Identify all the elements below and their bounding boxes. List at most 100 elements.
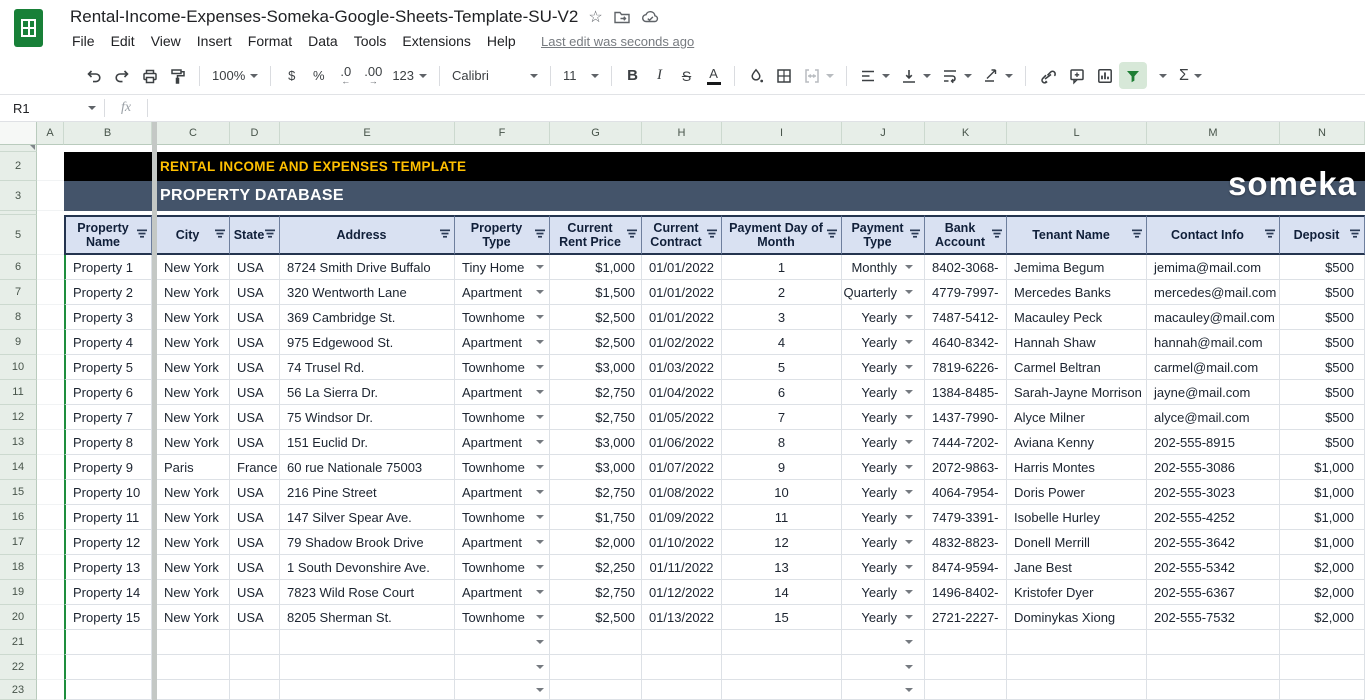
cell-E7[interactable]: 320 Wentworth Lane: [280, 280, 455, 305]
cell-N21[interactable]: [1280, 630, 1365, 655]
cell-J16[interactable]: Yearly: [842, 505, 925, 530]
column-a-spacer[interactable]: [37, 255, 64, 280]
text-rotation-icon[interactable]: [977, 62, 1018, 89]
cell-M20[interactable]: 202-555-7532: [1147, 605, 1280, 630]
cell-G10[interactable]: $3,000: [550, 355, 642, 380]
cell-G17[interactable]: $2,000: [550, 530, 642, 555]
cell-C7[interactable]: New York: [157, 280, 230, 305]
column-a-spacer[interactable]: [37, 215, 64, 255]
dropdown-arrow-icon[interactable]: [536, 315, 544, 319]
cell-I22[interactable]: [722, 655, 842, 680]
dropdown-arrow-icon[interactable]: [536, 590, 544, 594]
cell-N14[interactable]: $1,000: [1280, 455, 1365, 480]
cell-E17[interactable]: 79 Shadow Brook Drive: [280, 530, 455, 555]
cell-L17[interactable]: Donell Merrill: [1007, 530, 1147, 555]
cell-C21[interactable]: [157, 630, 230, 655]
cell-I7[interactable]: 2: [722, 280, 842, 305]
filter-views-dropdown[interactable]: [1147, 62, 1174, 89]
filter-header-city[interactable]: City: [157, 215, 230, 255]
cell-B7[interactable]: Property 2: [64, 280, 152, 305]
insert-link-icon[interactable]: [1033, 62, 1063, 89]
cell-M21[interactable]: [1147, 630, 1280, 655]
cell-I10[interactable]: 5: [722, 355, 842, 380]
cell-I19[interactable]: 14: [722, 580, 842, 605]
cell-K7[interactable]: 4779-7997-: [925, 280, 1007, 305]
cell-K17[interactable]: 4832-8823-: [925, 530, 1007, 555]
filter-header-tenant-name[interactable]: Tenant Name: [1007, 215, 1147, 255]
cell-D19[interactable]: USA: [230, 580, 280, 605]
cell-B20[interactable]: Property 15: [64, 605, 152, 630]
cell-E8[interactable]: 369 Cambridge St.: [280, 305, 455, 330]
cell-I17[interactable]: 12: [722, 530, 842, 555]
dropdown-arrow-icon[interactable]: [905, 640, 913, 644]
cell-L22[interactable]: [1007, 655, 1147, 680]
filter-icon[interactable]: [1131, 228, 1143, 243]
cell-G6[interactable]: $1,000: [550, 255, 642, 280]
cell-D15[interactable]: USA: [230, 480, 280, 505]
row-header-8[interactable]: 8: [0, 305, 37, 330]
menu-data[interactable]: Data: [300, 31, 346, 51]
cell-F22[interactable]: [455, 655, 550, 680]
dropdown-arrow-icon[interactable]: [905, 565, 913, 569]
column-header-M[interactable]: M: [1147, 122, 1280, 145]
cell-L23[interactable]: [1007, 680, 1147, 700]
cell-M17[interactable]: 202-555-3642: [1147, 530, 1280, 555]
cell-D8[interactable]: USA: [230, 305, 280, 330]
cell-N16[interactable]: $1,000: [1280, 505, 1365, 530]
cell-B15[interactable]: Property 10: [64, 480, 152, 505]
dropdown-arrow-icon[interactable]: [536, 415, 544, 419]
cell-G15[interactable]: $2,750: [550, 480, 642, 505]
cell-J14[interactable]: Yearly: [842, 455, 925, 480]
cell-L15[interactable]: Doris Power: [1007, 480, 1147, 505]
cell-D16[interactable]: USA: [230, 505, 280, 530]
column-header-L[interactable]: L: [1007, 122, 1147, 145]
cell-F21[interactable]: [455, 630, 550, 655]
cell-K6[interactable]: 8402-3068-: [925, 255, 1007, 280]
cell-M22[interactable]: [1147, 655, 1280, 680]
cell-H6[interactable]: 01/01/2022: [642, 255, 722, 280]
dropdown-arrow-icon[interactable]: [536, 515, 544, 519]
cell-D7[interactable]: USA: [230, 280, 280, 305]
cell-F19[interactable]: Apartment: [455, 580, 550, 605]
column-header-K[interactable]: K: [925, 122, 1007, 145]
row-header-19[interactable]: 19: [0, 580, 37, 605]
dropdown-arrow-icon[interactable]: [536, 688, 544, 692]
dropdown-arrow-icon[interactable]: [905, 340, 913, 344]
dropdown-arrow-icon[interactable]: [905, 540, 913, 544]
menu-format[interactable]: Format: [240, 31, 300, 51]
filter-header-payment-type[interactable]: Payment Type: [842, 215, 925, 255]
dropdown-arrow-icon[interactable]: [905, 265, 913, 269]
row-header-6[interactable]: 6: [0, 255, 37, 280]
cell-M15[interactable]: 202-555-3023: [1147, 480, 1280, 505]
cell-I8[interactable]: 3: [722, 305, 842, 330]
filter-icon[interactable]: [991, 228, 1003, 243]
cell-D20[interactable]: USA: [230, 605, 280, 630]
cell-J8[interactable]: Yearly: [842, 305, 925, 330]
cell-C15[interactable]: New York: [157, 480, 230, 505]
cell-B10[interactable]: Property 5: [64, 355, 152, 380]
column-header-D[interactable]: D: [230, 122, 280, 145]
format-currency-button[interactable]: $: [278, 62, 305, 89]
decrease-decimal-button[interactable]: .0←: [332, 62, 359, 89]
menu-edit[interactable]: Edit: [103, 31, 143, 51]
filter-icon[interactable]: [264, 228, 276, 243]
cell-N11[interactable]: $500: [1280, 380, 1365, 405]
cell-I9[interactable]: 4: [722, 330, 842, 355]
row-header-16[interactable]: 16: [0, 505, 37, 530]
cell-H17[interactable]: 01/10/2022: [642, 530, 722, 555]
dropdown-arrow-icon[interactable]: [536, 290, 544, 294]
filter-icon[interactable]: [214, 228, 226, 243]
filter-icon[interactable]: [1264, 228, 1276, 243]
dropdown-arrow-icon[interactable]: [536, 665, 544, 669]
cell-M18[interactable]: 202-555-5342: [1147, 555, 1280, 580]
font-size-select[interactable]: 11: [558, 62, 604, 89]
text-color-button[interactable]: A: [700, 62, 727, 89]
number-format-button[interactable]: 123: [387, 62, 432, 89]
dropdown-arrow-icon[interactable]: [536, 340, 544, 344]
column-a-spacer[interactable]: [37, 152, 64, 181]
cell-K11[interactable]: 1384-8485-: [925, 380, 1007, 405]
cell-N23[interactable]: [1280, 680, 1365, 700]
dropdown-arrow-icon[interactable]: [536, 265, 544, 269]
cell-E21[interactable]: [280, 630, 455, 655]
cell-K19[interactable]: 1496-8402-: [925, 580, 1007, 605]
